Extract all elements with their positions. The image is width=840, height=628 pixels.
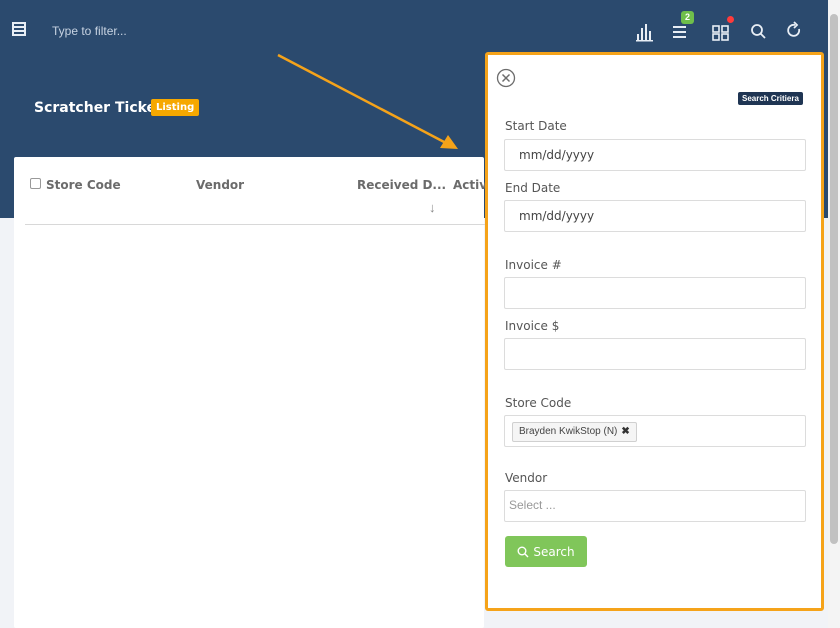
close-icon[interactable] [496, 68, 516, 88]
store-code-multiselect[interactable]: Brayden KwikStop (N) ✖ [504, 415, 806, 447]
header-divider [25, 224, 485, 225]
column-received-date[interactable]: Received D... [357, 178, 446, 192]
search-button-label: Search [533, 544, 575, 559]
select-all-checkbox[interactable] [30, 178, 41, 189]
notification-badge: 2 [681, 11, 695, 24]
column-active[interactable]: Activ [453, 178, 487, 192]
vendor-label: Vendor [505, 471, 548, 485]
search-criteria-badge: Search Critiera [738, 92, 803, 105]
alert-dot [727, 16, 734, 23]
remove-tag-icon[interactable]: ✖ [621, 426, 629, 437]
refresh-icon[interactable] [784, 18, 806, 42]
column-vendor[interactable]: Vendor [196, 178, 244, 192]
search-icon[interactable] [748, 18, 770, 42]
start-date-label: Start Date [505, 119, 567, 133]
store-code-tag: Brayden KwikStop (N) ✖ [512, 422, 637, 442]
invoice-number-field[interactable] [504, 277, 806, 309]
search-icon [517, 546, 529, 557]
invoice-number-label: Invoice # [505, 258, 562, 272]
sort-down-icon[interactable]: ↓ [429, 200, 436, 215]
scrollbar-thumb[interactable] [830, 14, 838, 544]
menu-icon[interactable] [12, 22, 28, 38]
filter-input[interactable] [52, 20, 352, 42]
invoice-amount-label: Invoice $ [505, 319, 560, 333]
vendor-select[interactable]: Select ... [504, 490, 806, 522]
end-date-label: End Date [505, 181, 561, 195]
start-date-field[interactable] [504, 139, 806, 171]
store-code-label: Store Code [505, 396, 572, 410]
store-code-tag-label: Brayden KwikStop (N) [519, 426, 618, 437]
end-date-field[interactable] [504, 200, 806, 232]
listing-badge: Listing [151, 99, 200, 116]
search-button[interactable]: Search [505, 536, 587, 567]
list-card [14, 157, 484, 628]
invoice-amount-field[interactable] [504, 338, 806, 370]
bar-chart-icon[interactable] [634, 18, 656, 42]
page-title: Scratcher Ticket [34, 100, 163, 116]
column-store-code[interactable]: Store Code [46, 178, 121, 192]
